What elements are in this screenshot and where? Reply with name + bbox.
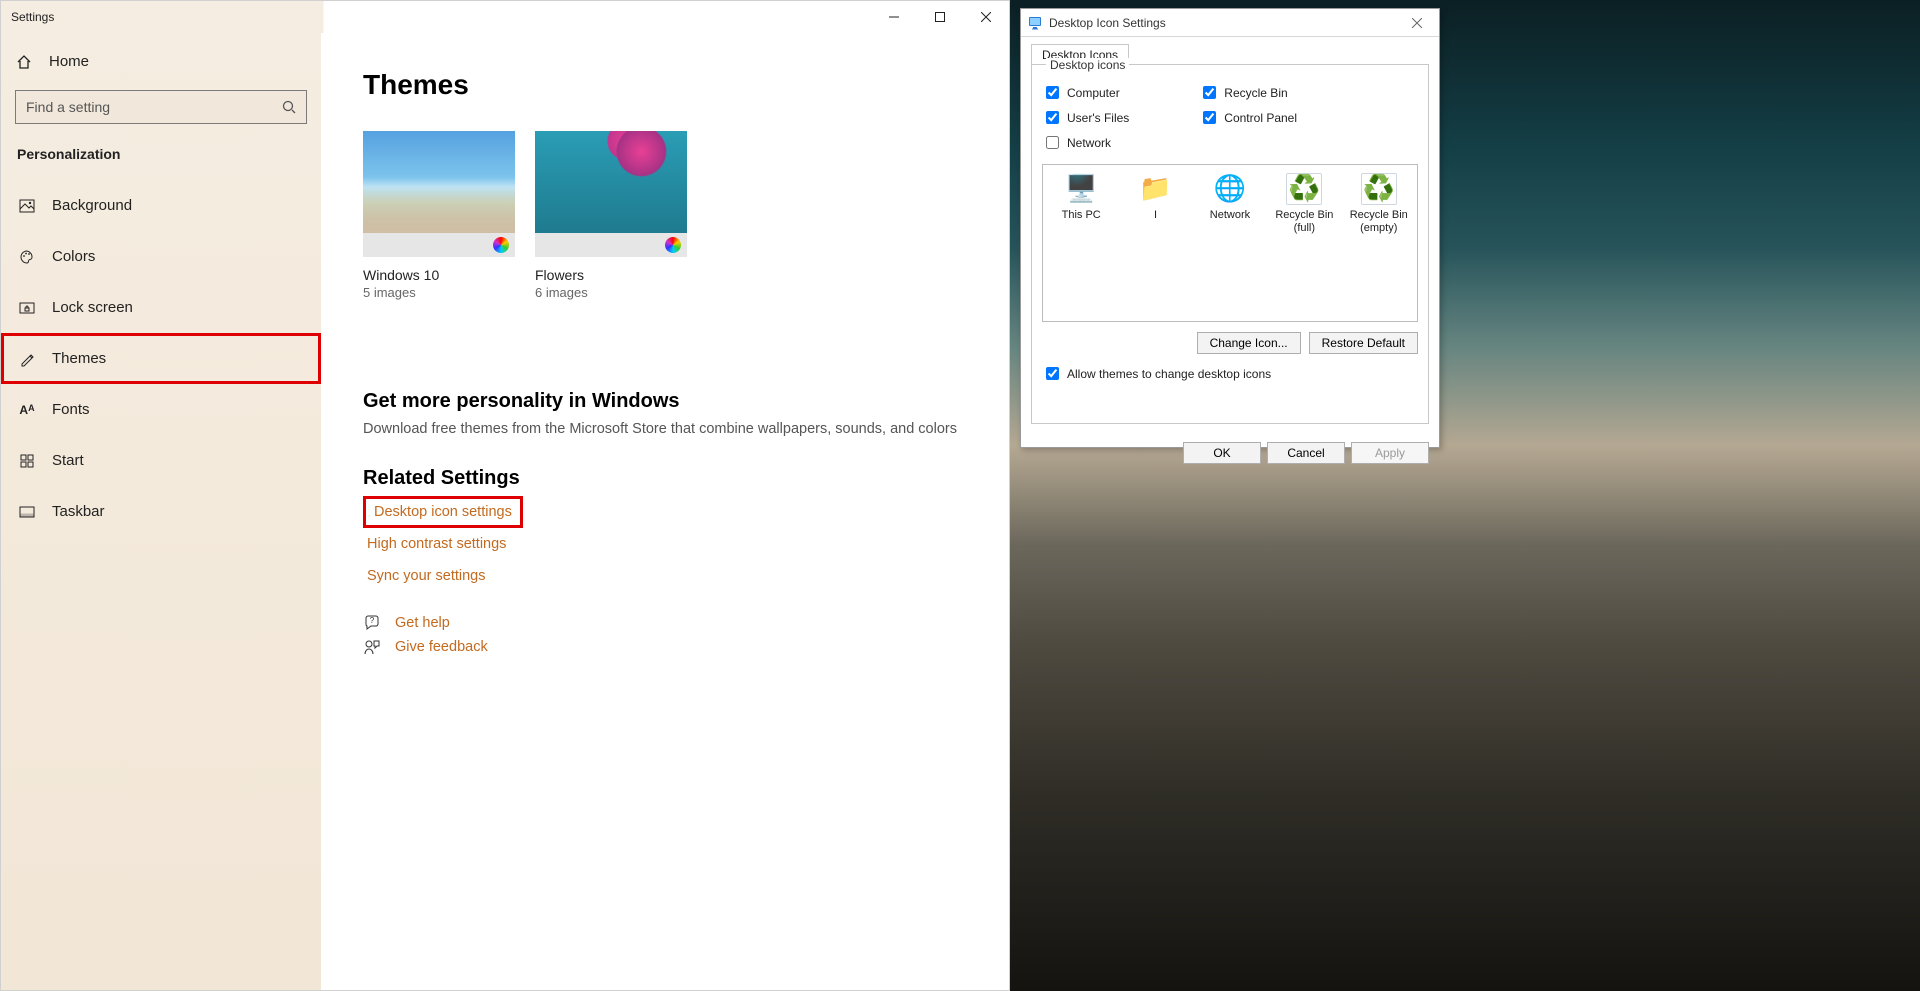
theme-thumbnail bbox=[363, 131, 515, 257]
sidebar-home[interactable]: Home bbox=[1, 41, 321, 82]
theme-thumbnail bbox=[535, 131, 687, 257]
link-high-contrast-settings[interactable]: High contrast settings bbox=[363, 528, 510, 560]
user-folder-icon: 📁 bbox=[1138, 173, 1174, 205]
theme-image bbox=[535, 131, 687, 233]
sidebar-item-label: Background bbox=[52, 197, 132, 214]
sidebar-item-fonts[interactable]: AA Fonts bbox=[1, 384, 321, 435]
checkbox-allow-themes[interactable]: Allow themes to change desktop icons bbox=[1042, 364, 1418, 383]
sidebar-item-taskbar[interactable]: Taskbar bbox=[1, 486, 321, 537]
network-icon: 🌐 bbox=[1212, 173, 1248, 205]
search-input[interactable]: Find a setting bbox=[15, 90, 307, 124]
feedback-icon bbox=[363, 638, 381, 656]
theme-name: Flowers bbox=[535, 267, 687, 283]
theme-subtext: 6 images bbox=[535, 285, 687, 300]
themes-icon bbox=[18, 351, 36, 367]
cancel-button[interactable]: Cancel bbox=[1267, 442, 1345, 464]
dialog-close-button[interactable] bbox=[1401, 12, 1433, 34]
sidebar-item-start[interactable]: Start bbox=[1, 435, 321, 486]
settings-sidebar: Home Find a setting Personalization Back… bbox=[1, 33, 321, 990]
icon-recycle-bin-full[interactable]: ♻️ Recycle Bin (full) bbox=[1272, 173, 1336, 234]
dialog-title: Desktop Icon Settings bbox=[1049, 16, 1166, 30]
settings-window: Settings Home Find a setting bbox=[0, 0, 1010, 991]
sidebar-item-background[interactable]: Background bbox=[1, 180, 321, 231]
ok-button[interactable]: OK bbox=[1183, 442, 1261, 464]
icon-network[interactable]: 🌐 Network bbox=[1198, 173, 1262, 222]
sidebar-item-lockscreen[interactable]: Lock screen bbox=[1, 282, 321, 333]
search-placeholder: Find a setting bbox=[26, 99, 110, 115]
sidebar-section-title: Personalization bbox=[1, 136, 321, 180]
color-wheel-icon bbox=[493, 237, 509, 253]
lockscreen-icon bbox=[18, 300, 36, 316]
icon-user-folder[interactable]: 📁 I bbox=[1124, 173, 1188, 222]
recycle-bin-full-icon: ♻️ bbox=[1286, 173, 1322, 205]
home-icon bbox=[15, 54, 33, 70]
page-title: Themes bbox=[363, 69, 969, 101]
search-icon bbox=[282, 100, 296, 114]
monitor-icon bbox=[1027, 15, 1043, 31]
apply-button[interactable]: Apply bbox=[1351, 442, 1429, 464]
settings-titlebar: Settings bbox=[1, 1, 1009, 33]
link-desktop-icon-settings[interactable]: Desktop icon settings bbox=[363, 496, 523, 528]
icon-recycle-bin-empty[interactable]: ♻️ Recycle Bin (empty) bbox=[1347, 173, 1411, 234]
minimize-button[interactable] bbox=[871, 1, 917, 33]
related-heading: Related Settings bbox=[363, 467, 969, 490]
close-button[interactable] bbox=[963, 1, 1009, 33]
theme-card-flowers[interactable]: Flowers 6 images bbox=[535, 131, 687, 300]
help-icon: ? bbox=[363, 614, 381, 632]
themes-list: Windows 10 5 images Flowers 6 images bbox=[363, 131, 969, 300]
recycle-bin-empty-icon: ♻️ bbox=[1361, 173, 1397, 205]
dialog-footer: OK Cancel Apply bbox=[1021, 434, 1439, 474]
taskbar-icon bbox=[18, 504, 36, 520]
give-feedback-row[interactable]: Give feedback bbox=[363, 638, 969, 656]
sidebar-home-label: Home bbox=[49, 53, 89, 70]
sidebar-item-label: Start bbox=[52, 452, 84, 469]
theme-image bbox=[363, 131, 515, 233]
sidebar-item-label: Fonts bbox=[52, 401, 90, 418]
more-heading: Get more personality in Windows bbox=[363, 390, 969, 413]
sidebar-item-label: Themes bbox=[52, 350, 106, 367]
checkbox-control-panel[interactable]: Control Panel bbox=[1199, 108, 1297, 127]
group-label: Desktop icons bbox=[1046, 58, 1129, 72]
settings-title: Settings bbox=[11, 10, 54, 24]
pc-icon: 🖥️ bbox=[1063, 173, 1099, 205]
get-help-row[interactable]: ? Get help bbox=[363, 614, 969, 632]
checkbox-users-files[interactable]: User's Files bbox=[1042, 108, 1129, 127]
sidebar-item-themes[interactable]: Themes bbox=[1, 333, 321, 384]
theme-name: Windows 10 bbox=[363, 267, 515, 283]
color-wheel-icon bbox=[665, 237, 681, 253]
icon-this-pc[interactable]: 🖥️ This PC bbox=[1049, 173, 1113, 222]
restore-default-button[interactable]: Restore Default bbox=[1309, 332, 1418, 354]
svg-text:?: ? bbox=[370, 616, 375, 625]
window-controls bbox=[871, 1, 1009, 33]
link-sync-your-settings[interactable]: Sync your settings bbox=[363, 560, 489, 592]
sidebar-item-label: Lock screen bbox=[52, 299, 133, 316]
theme-card-windows10[interactable]: Windows 10 5 images bbox=[363, 131, 515, 300]
checkbox-network[interactable]: Network bbox=[1042, 133, 1129, 152]
sidebar-item-label: Colors bbox=[52, 248, 95, 265]
sidebar-item-colors[interactable]: Colors bbox=[1, 231, 321, 282]
icons-preview: 🖥️ This PC 📁 I 🌐 Network ♻️ Recycle Bin … bbox=[1042, 164, 1418, 322]
dialog-titlebar: Desktop Icon Settings bbox=[1021, 9, 1439, 37]
maximize-button[interactable] bbox=[917, 1, 963, 33]
picture-icon bbox=[18, 198, 36, 214]
get-help-link[interactable]: Get help bbox=[395, 615, 450, 631]
desktop-icon-settings-dialog: Desktop Icon Settings Desktop Icons Desk… bbox=[1020, 8, 1440, 448]
sidebar-item-label: Taskbar bbox=[52, 503, 105, 520]
start-icon bbox=[18, 453, 36, 469]
fonts-icon: AA bbox=[18, 403, 36, 417]
theme-subtext: 5 images bbox=[363, 285, 515, 300]
more-description: Download free themes from the Microsoft … bbox=[363, 421, 969, 437]
give-feedback-link[interactable]: Give feedback bbox=[395, 639, 488, 655]
tab-pane: Desktop icons Computer User's Files Netw… bbox=[1031, 64, 1429, 424]
change-icon-button[interactable]: Change Icon... bbox=[1197, 332, 1301, 354]
palette-icon bbox=[18, 249, 36, 265]
settings-content: Themes Windows 10 5 images Flowers bbox=[321, 33, 1009, 990]
